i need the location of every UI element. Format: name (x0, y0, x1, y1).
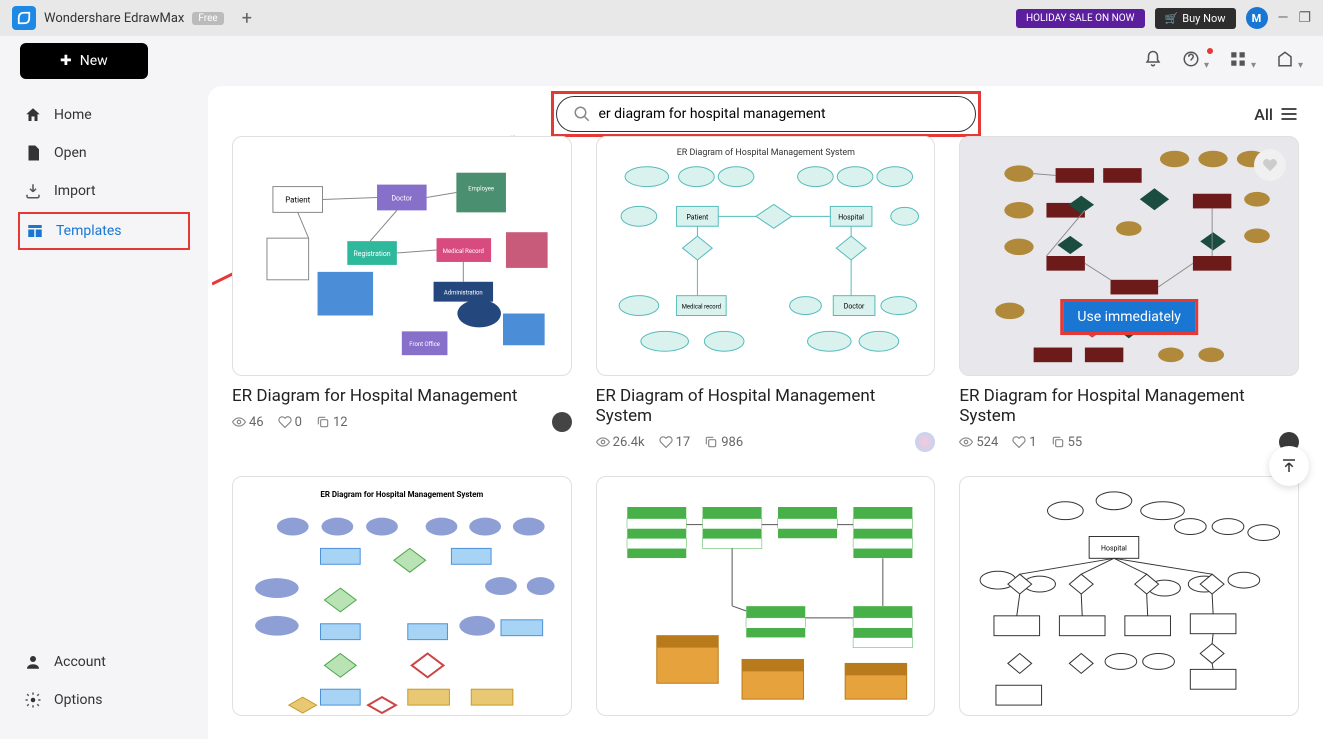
author-avatar[interactable] (552, 412, 572, 432)
card-title: ER Diagram for Hospital Management (232, 386, 572, 406)
card-title: ER Diagram for Hospital Management Syste… (959, 386, 1299, 426)
template-grid: Patient Doctor Employee Registration Med… (232, 136, 1299, 716)
promo-button[interactable]: HOLIDAY SALE ON NOW (1016, 9, 1145, 28)
grid-icon[interactable]: ▾ (1229, 50, 1256, 72)
author-avatar[interactable] (915, 432, 935, 452)
svg-text:Hospital: Hospital (838, 213, 864, 221)
sidebar-item-open[interactable]: Open (0, 134, 208, 172)
file-icon (24, 144, 42, 162)
filter-all[interactable]: All (1254, 104, 1299, 124)
avatar[interactable]: M (1246, 7, 1268, 29)
likes-count: 17 (659, 435, 691, 450)
templates-icon (26, 222, 44, 240)
sidebar-item-import[interactable]: Import (0, 172, 208, 210)
template-card[interactable]: Hospital (959, 476, 1299, 716)
views-count: 524 (959, 435, 998, 450)
template-card[interactable]: ER Diagram of Hospital Management System… (596, 136, 936, 452)
template-card[interactable]: Patient Doctor Employee Registration Med… (232, 136, 572, 452)
likes-count: 1 (1012, 435, 1036, 450)
svg-text:Medical Record: Medical Record (443, 248, 484, 255)
svg-text:Doctor: Doctor (392, 194, 413, 202)
views-count: 26.4k (596, 435, 645, 450)
svg-text:Doctor: Doctor (843, 303, 864, 311)
svg-text:Patient: Patient (285, 195, 310, 204)
bell-icon[interactable] (1144, 50, 1162, 72)
sidebar-item-account[interactable]: Account (0, 643, 208, 681)
template-thumbnail[interactable]: Use immediately (959, 136, 1299, 376)
import-icon (24, 182, 42, 200)
template-thumbnail[interactable]: Hospital (959, 476, 1299, 716)
favorite-button[interactable] (1254, 149, 1286, 181)
account-icon (24, 653, 42, 671)
titlebar: Wondershare EdrawMax Free + HOLIDAY SALE… (0, 0, 1323, 36)
cart-icon: 🛒 (1165, 12, 1179, 25)
minimize-button[interactable]: — (1278, 10, 1289, 26)
search-icon (573, 105, 591, 123)
app-icon (12, 6, 36, 30)
sidebar-item-home[interactable]: Home (0, 96, 208, 134)
copies-count: 12 (316, 415, 348, 430)
use-immediately-button[interactable]: Use immediately (1063, 302, 1195, 332)
template-thumbnail[interactable]: ER Diagram of Hospital Management System… (596, 136, 936, 376)
template-thumbnail[interactable] (596, 476, 936, 716)
search-box[interactable] (556, 96, 976, 132)
copies-count: 55 (1051, 435, 1083, 450)
svg-text:Administration: Administration (444, 290, 483, 297)
svg-text:Hospital: Hospital (1101, 544, 1127, 552)
search-input[interactable] (599, 106, 959, 122)
template-card[interactable]: Use immediately ER Diagram for Hospital … (959, 136, 1299, 452)
help-icon[interactable]: ▾ (1182, 50, 1209, 72)
template-card[interactable]: ER Diagram for Hospital Management Syste… (232, 476, 572, 716)
sidebar: Home Open Import Templates Account (0, 86, 208, 739)
use-highlight: Use immediately (1060, 299, 1198, 335)
toolbar: ✚ New ▾ ▾ ▾ (0, 36, 1323, 86)
buy-button[interactable]: 🛒 Buy Now (1155, 8, 1236, 29)
svg-text:Medical record: Medical record (681, 304, 720, 311)
sidebar-item-options[interactable]: Options (0, 681, 208, 719)
app-title: Wondershare EdrawMax (44, 11, 184, 26)
template-card[interactable] (596, 476, 936, 716)
free-badge: Free (192, 12, 223, 25)
svg-text:Employee: Employee (468, 186, 494, 193)
add-tab-button[interactable]: + (242, 8, 252, 29)
home-icon (24, 106, 42, 124)
copies-count: 986 (704, 435, 743, 450)
card-title: ER Diagram of Hospital Management System (596, 386, 936, 426)
menu-icon (1279, 104, 1299, 124)
search-highlight (551, 91, 981, 137)
svg-text:ER Diagram of Hospital Managem: ER Diagram of Hospital Management System (676, 148, 854, 158)
scroll-top-button[interactable] (1269, 446, 1309, 486)
likes-count: 0 (278, 415, 302, 430)
new-button[interactable]: ✚ New (20, 43, 148, 79)
template-thumbnail[interactable]: Patient Doctor Employee Registration Med… (232, 136, 572, 376)
gear-icon (24, 691, 42, 709)
theme-icon[interactable]: ▾ (1276, 50, 1303, 72)
main-content: All Patient Doctor Employee Registration… (208, 86, 1323, 739)
views-count: 46 (232, 415, 264, 430)
plus-icon: ✚ (60, 53, 72, 69)
svg-text:Front Office: Front Office (409, 341, 440, 348)
svg-text:ER Diagram for Hospital Manage: ER Diagram for Hospital Management Syste… (320, 490, 483, 499)
svg-text:Registration: Registration (354, 250, 391, 258)
maximize-button[interactable]: ❐ (1298, 10, 1311, 26)
sidebar-item-templates[interactable]: Templates (18, 212, 190, 250)
svg-text:Patient: Patient (686, 213, 709, 221)
template-thumbnail[interactable]: ER Diagram for Hospital Management Syste… (232, 476, 572, 716)
